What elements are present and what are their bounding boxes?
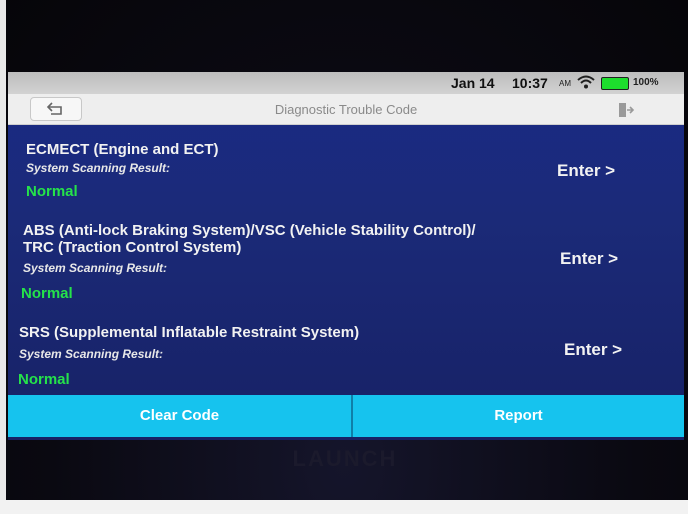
page-title: Diagnostic Trouble Code <box>274 102 418 117</box>
status-date: Jan 14 <box>451 75 495 91</box>
scan-label: System Scanning Result: <box>19 347 164 361</box>
scan-label: System Scanning Result: <box>23 261 168 275</box>
system-name-abs-line2: TRC (Traction Control System) <box>23 239 242 256</box>
scan-result-abs: Normal <box>21 285 73 302</box>
background-edge <box>0 500 688 514</box>
device-screen: Jan 14 10:37 AM 100% Diagnostic Trouble … <box>8 72 684 440</box>
clear-code-button[interactable]: Clear Code <box>8 395 351 437</box>
report-button[interactable]: Report <box>353 395 684 437</box>
status-bar: Jan 14 10:37 AM 100% <box>8 72 684 94</box>
enter-button-ecm[interactable]: Enter > <box>557 161 615 181</box>
scan-result-srs: Normal <box>18 371 70 388</box>
exit-icon[interactable] <box>616 100 636 120</box>
scan-result-ecm: Normal <box>26 183 78 200</box>
system-name-srs: SRS (Supplemental Inflatable Restraint S… <box>19 324 360 341</box>
battery-icon <box>601 77 629 90</box>
system-name-ecm: ECMECT (Engine and ECT) <box>26 141 219 158</box>
system-name-abs: ABS (Anti-lock Braking System)/VSC (Vehi… <box>23 222 476 239</box>
background-edge <box>0 0 6 514</box>
status-time: 10:37 <box>512 75 548 91</box>
enter-button-srs[interactable]: Enter > <box>564 340 622 360</box>
wifi-icon <box>577 75 595 89</box>
enter-button-abs[interactable]: Enter > <box>560 249 618 269</box>
battery-level: 100% <box>633 77 659 88</box>
scan-label: System Scanning Result: <box>26 161 171 175</box>
title-bar: Diagnostic Trouble Code <box>8 94 684 125</box>
device-brand-logo: LAUNCH <box>292 446 398 471</box>
status-ampm: AM <box>559 79 571 88</box>
action-bar: Clear Code Report <box>8 395 684 437</box>
